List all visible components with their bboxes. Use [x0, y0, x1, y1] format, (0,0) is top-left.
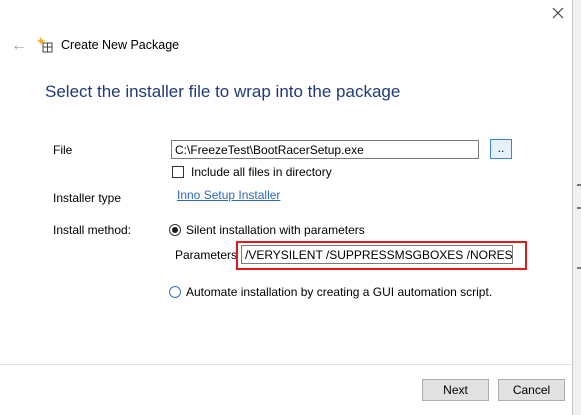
background-window-mark: [577, 207, 581, 209]
create-package-window: ← Create New Package Select the installe…: [0, 0, 573, 415]
silent-install-radio[interactable]: [169, 224, 181, 236]
next-button[interactable]: Next: [422, 379, 489, 401]
installer-type-label: Installer type: [53, 191, 122, 205]
file-path-input[interactable]: C:\FreezeTest\BootRacerSetup.exe: [171, 140, 479, 159]
include-all-files-checkbox[interactable]: [172, 166, 184, 178]
file-label: File: [53, 143, 73, 157]
automate-install-label[interactable]: Automate installation by creating a GUI …: [186, 285, 492, 299]
page-heading: Select the installer file to wrap into t…: [45, 82, 401, 101]
footer-divider: [0, 364, 572, 365]
package-app-icon: [37, 37, 53, 53]
automate-install-radio[interactable]: [169, 286, 181, 298]
background-window-mark: [577, 267, 581, 269]
installer-type-link[interactable]: Inno Setup Installer: [177, 188, 280, 202]
back-arrow-icon[interactable]: ←: [11, 38, 27, 54]
window-title: Create New Package: [61, 38, 180, 52]
cancel-button[interactable]: Cancel: [498, 379, 565, 401]
include-all-files-label[interactable]: Include all files in directory: [191, 165, 332, 179]
parameters-label: Parameters: [175, 248, 238, 262]
browse-button[interactable]: ..: [490, 139, 512, 159]
highlight-annotation-box: [236, 241, 527, 270]
install-method-label: Install method:: [53, 223, 132, 237]
silent-install-label[interactable]: Silent installation with parameters: [186, 223, 365, 237]
background-window-mark: [577, 184, 581, 186]
close-icon[interactable]: [551, 6, 565, 20]
